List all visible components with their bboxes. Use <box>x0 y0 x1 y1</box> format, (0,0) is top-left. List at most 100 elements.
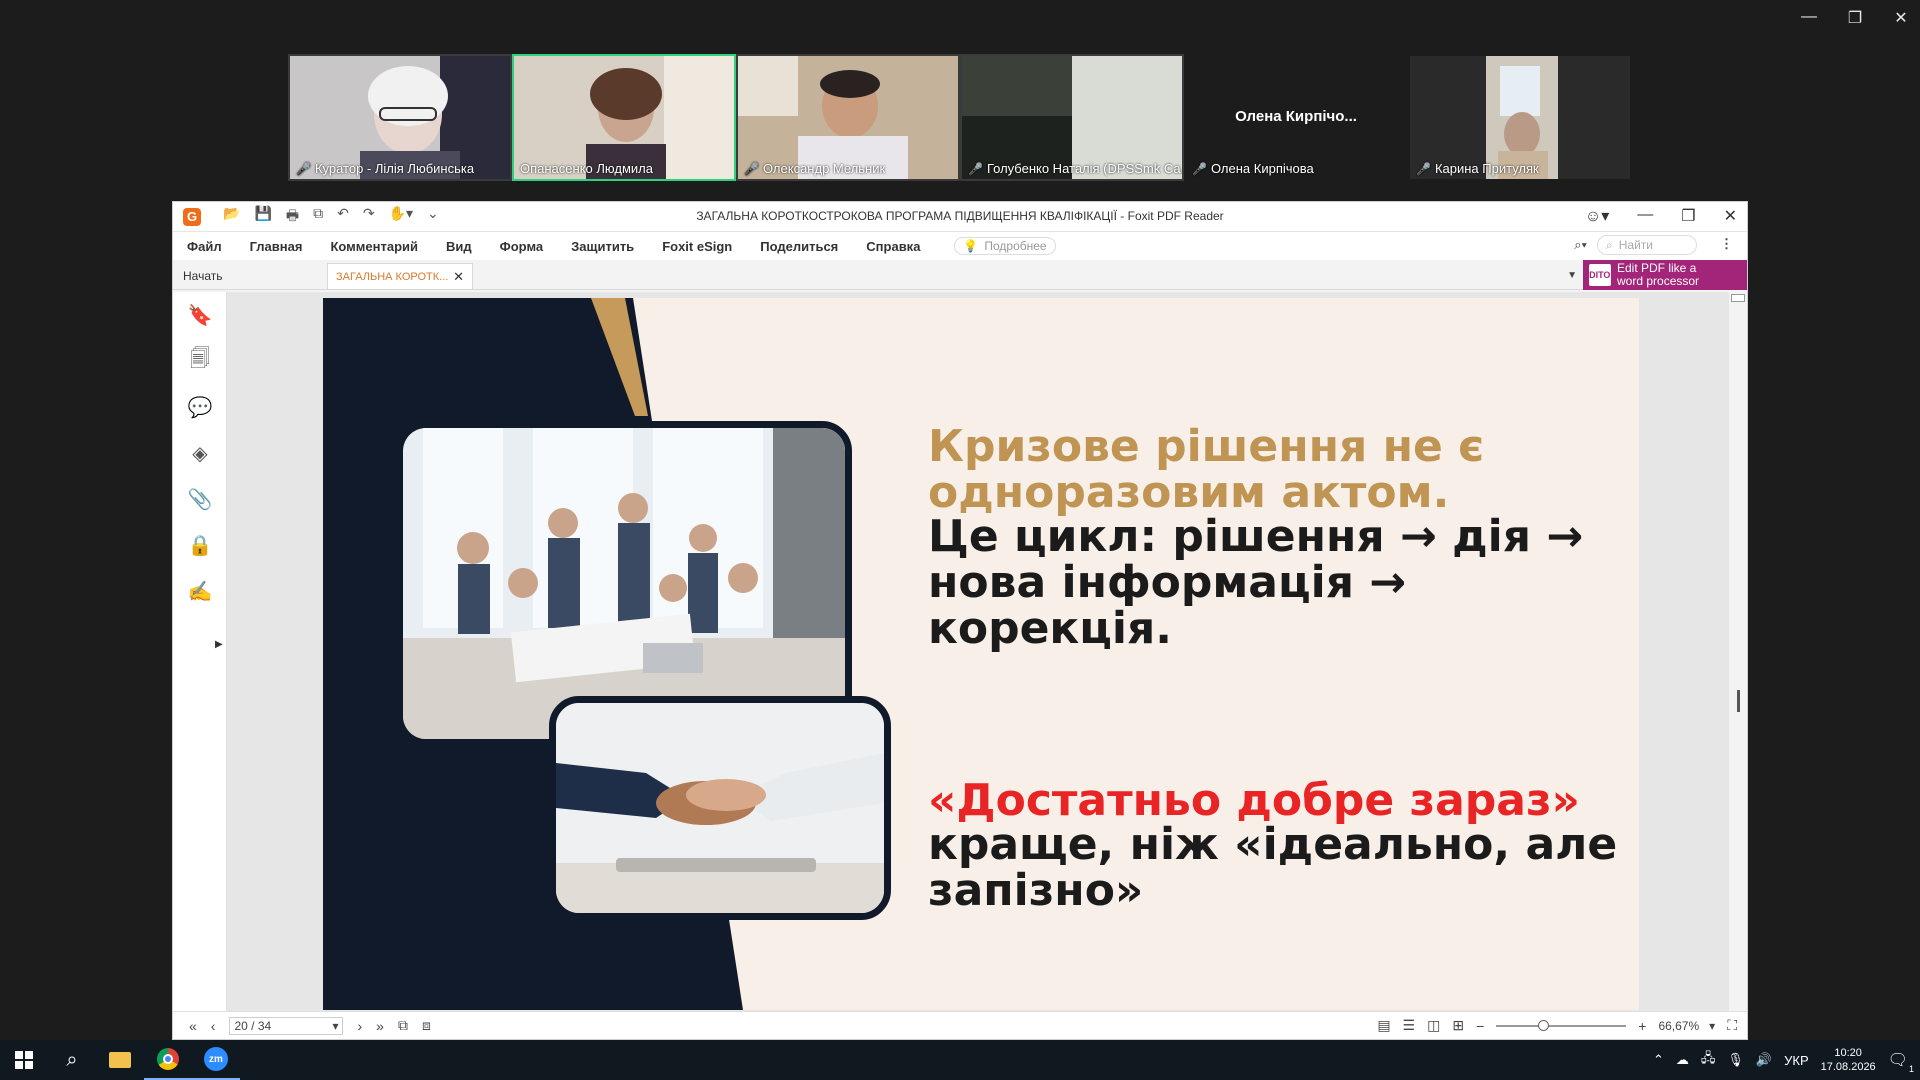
copy-icon[interactable]: ⧉ <box>313 205 323 229</box>
restore-button[interactable]: ❐ <box>1846 8 1864 28</box>
zoom-in-icon[interactable]: + <box>1638 1018 1646 1034</box>
signature-icon[interactable]: ✍ <box>173 568 227 614</box>
scrollbar-thumb[interactable] <box>1737 690 1740 712</box>
tab-document[interactable]: ЗАГАЛЬНА КОРОТК... ✕ <box>327 263 473 289</box>
undo-icon[interactable]: ↶ <box>337 205 349 229</box>
restore-button[interactable]: ❐ <box>1681 206 1695 226</box>
clock[interactable]: 10:20 17.08.2026 <box>1821 1046 1876 1074</box>
work-area: 🔖 🗐 💬 ◈ 📎 🔒 ✍ ▶ Кризове рішення не є одн… <box>173 292 1747 1011</box>
tab-start[interactable]: Начать <box>173 263 323 289</box>
menu-share[interactable]: Поделиться <box>746 239 852 254</box>
extract-page-icon[interactable]: ⧈ <box>422 1017 431 1034</box>
slide-heading-gold: Кризове рішення не є одноразовим актом. <box>928 421 1485 518</box>
menu-form[interactable]: Форма <box>486 239 557 254</box>
close-button[interactable]: ✕ <box>1892 8 1910 28</box>
continuous-facing-view-icon[interactable]: ⊞ <box>1452 1017 1464 1034</box>
menu-esign[interactable]: Foxit eSign <box>648 239 746 254</box>
more-options-icon[interactable]: ⋮ <box>1720 236 1733 252</box>
participant-tile[interactable]: 🎤 Олександр Мельник <box>736 54 960 181</box>
fullscreen-icon[interactable]: ⛶ <box>1727 1017 1737 1034</box>
minimize-button[interactable]: — <box>1800 8 1818 28</box>
network-icon[interactable]: 🖧 <box>1701 1049 1716 1071</box>
comments-icon[interactable]: 💬 <box>173 384 227 430</box>
document-tabs: Начать ЗАГАЛЬНА КОРОТК... ✕ ▼ EDITOR Edi… <box>173 260 1747 290</box>
first-page-icon[interactable]: « <box>189 1018 197 1034</box>
zoom-out-icon[interactable]: − <box>1476 1018 1484 1034</box>
volume-icon[interactable]: 🔊 <box>1756 1052 1772 1068</box>
view-controls: ▤ ☰ ◫ ⊞ − + 66,67% ▾ ⛶ <box>1377 1017 1737 1034</box>
close-button[interactable]: ✕ <box>1724 206 1737 226</box>
menu-view[interactable]: Вид <box>432 239 486 254</box>
notifications-icon[interactable]: 🗨 1 <box>1888 1050 1914 1074</box>
participant-display-name: Олена Кирпічо... <box>1235 108 1357 125</box>
next-page-icon[interactable]: › <box>357 1018 362 1034</box>
open-folder-icon[interactable]: 📂 <box>223 205 240 229</box>
account-icon[interactable]: ☺▾ <box>1585 206 1609 226</box>
menu-home[interactable]: Главная <box>236 239 317 254</box>
save-icon[interactable]: 💾 <box>254 205 271 229</box>
security-lock-icon[interactable]: 🔒 <box>173 522 227 568</box>
facing-view-icon[interactable]: ◫ <box>1427 1017 1440 1034</box>
participant-tile[interactable]: 🎤 Голубенко Наталія (DPSSmk Са... <box>960 54 1184 181</box>
page-navigation: « ‹ 20 / 34 ▾ › » ⧉ ⧈ <box>189 1016 431 1035</box>
expand-panel-icon[interactable]: ▶ <box>215 639 223 650</box>
search-input[interactable]: ⌕ Найти <box>1597 235 1697 255</box>
zoom-level-select[interactable]: 66,67% ▾ <box>1658 1019 1715 1033</box>
search-options-icon[interactable]: ⌕▾ <box>1574 237 1587 253</box>
print-icon[interactable]: 🖶 <box>286 205 299 229</box>
handshake-photo <box>549 696 891 920</box>
onedrive-icon[interactable]: ☁ <box>1676 1052 1689 1068</box>
participant-tile[interactable]: 🎤 Куратор - Лілія Любинська <box>288 54 512 181</box>
layers-icon[interactable]: ◈ <box>173 430 227 476</box>
menu-protect[interactable]: Защитить <box>557 239 648 254</box>
status-bar: « ‹ 20 / 34 ▾ › » ⧉ ⧈ ▤ ☰ ◫ ⊞ − + 66,67% ▾… <box>173 1011 1747 1039</box>
slide-quote-red: «Достатньо добре зараз» <box>928 775 1580 826</box>
copy-page-icon[interactable]: ⧉ <box>398 1017 408 1034</box>
prev-page-icon[interactable]: ‹ <box>211 1018 216 1034</box>
single-page-view-icon[interactable]: ▤ <box>1377 1017 1390 1034</box>
zoom-slider-knob[interactable] <box>1538 1019 1550 1031</box>
minimize-button[interactable]: — <box>1637 206 1653 226</box>
document-canvas[interactable]: Кризове рішення не є одноразовим актом. … <box>227 292 1747 1011</box>
menu-comment[interactable]: Комментарий <box>316 239 432 254</box>
vertical-scrollbar[interactable] <box>1729 292 1747 1011</box>
zoom-slider[interactable] <box>1496 1019 1627 1031</box>
bookmark-icon[interactable]: 🔖 <box>173 292 227 338</box>
slide-quote-text: краще, ніж «ідеально, але запізно» <box>928 819 1618 916</box>
participant-name: 🎤 Куратор - Лілія Любинська <box>296 161 475 176</box>
editor-promo-banner[interactable]: EDITOR Edit PDF like a word processor <box>1583 260 1747 290</box>
language-indicator[interactable]: УКР <box>1784 1053 1809 1068</box>
zoom-app-icon[interactable]: zm <box>192 1040 240 1080</box>
page-number-input[interactable]: 20 / 34 ▾ <box>229 1016 344 1035</box>
mic-muted-icon: 🎤 <box>744 161 759 176</box>
start-button[interactable] <box>0 1040 48 1080</box>
last-page-icon[interactable]: » <box>376 1018 384 1034</box>
search-icon[interactable]: ⌕ <box>48 1040 96 1080</box>
close-tab-icon[interactable]: ✕ <box>453 269 464 285</box>
foxit-logo-icon[interactable]: G <box>183 207 201 226</box>
menu-help[interactable]: Справка <box>852 239 934 254</box>
participant-tile-no-video[interactable]: Олена Кирпічо... 🎤 Олена Кирпічова <box>1184 54 1408 181</box>
menu-bar: Файл Главная Комментарий Вид Форма Защит… <box>173 232 1747 260</box>
scrollbar-top[interactable] <box>1731 294 1745 302</box>
continuous-view-icon[interactable]: ☰ <box>1403 1017 1416 1034</box>
participant-tile[interactable]: 🎤 Карина Притуляк <box>1408 54 1632 181</box>
mic-muted-icon: 🎤 <box>1192 161 1207 176</box>
zoom-video-strip: — ❐ ✕ 🎤 Куратор - Лілія Любинська Опанас… <box>0 0 1920 200</box>
customize-dropdown-icon[interactable]: ⌄ <box>427 205 439 229</box>
redo-icon[interactable]: ↷ <box>363 205 375 229</box>
mic-muted-icon: 🎤 <box>968 161 983 176</box>
chrome-icon[interactable] <box>144 1040 192 1080</box>
attachment-icon[interactable]: 📎 <box>173 476 227 522</box>
tell-me-box[interactable]: 💡 Подробнее <box>954 237 1056 255</box>
menu-file[interactable]: Файл <box>173 239 236 254</box>
pages-icon[interactable]: 🗐 <box>173 338 227 384</box>
show-hidden-icons-icon[interactable]: ⌃ <box>1653 1052 1664 1068</box>
file-explorer-icon[interactable] <box>96 1040 144 1080</box>
tabs-dropdown-icon[interactable]: ▼ <box>1567 270 1577 281</box>
hand-tool-icon[interactable]: ✋▾ <box>389 205 413 229</box>
chevron-down-icon: ▾ <box>1709 1018 1716 1033</box>
participant-tile-speaking[interactable]: Опанасенко Людмила <box>512 54 736 181</box>
microphone-icon[interactable]: 🎙 <box>1727 1052 1744 1068</box>
system-tray: ⌃ ☁ 🖧 🎙 🔊 УКР 10:20 17.08.2026 🗨 1 <box>1653 1040 1920 1080</box>
